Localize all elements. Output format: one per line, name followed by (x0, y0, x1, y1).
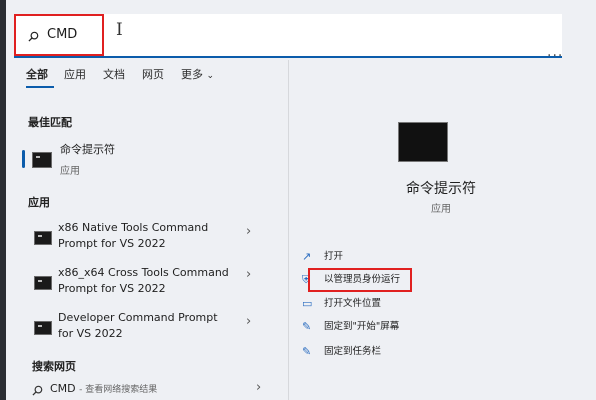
best-match-subtitle: 应用 (60, 166, 80, 177)
text-cursor-icon: I (116, 20, 123, 40)
chevron-right-icon[interactable]: › (246, 224, 251, 239)
best-match-title: 命令提示符 (60, 143, 115, 156)
action-open-file-location-label: 打开文件位置 (324, 298, 382, 309)
app-result-line1: x86 Native Tools Command (58, 221, 209, 234)
open-icon: ↗ (302, 250, 312, 263)
app-result-line2: Prompt for VS 2022 (58, 282, 166, 295)
best-match-item[interactable]: 命令提示符 应用 (20, 138, 290, 178)
folder-icon: ▭ (302, 297, 313, 310)
chevron-right-icon[interactable]: › (256, 380, 261, 395)
search-icon (32, 385, 43, 396)
app-result-item[interactable]: Developer Command Prompt for VS 2022 › (24, 308, 274, 352)
terminal-icon (32, 152, 52, 168)
tab-more-label: 更多 (181, 68, 203, 81)
app-result-line1: Developer Command Prompt (58, 311, 218, 324)
action-open[interactable]: ↗ 打开 (302, 249, 502, 269)
best-match-heading: 最佳匹配 (28, 116, 72, 129)
web-heading: 搜索网页 (32, 360, 76, 373)
action-open-label: 打开 (324, 251, 344, 262)
detail-subtitle: 应用 (431, 204, 451, 215)
tab-active-indicator (26, 86, 54, 88)
web-result-suffix: - 查看网络搜索结果 (79, 385, 158, 395)
detail-title: 命令提示符 (406, 181, 476, 197)
app-result-line2: Prompt for VS 2022 (58, 237, 166, 250)
app-result-item[interactable]: x86 Native Tools Command Prompt for VS 2… (24, 218, 274, 262)
action-open-file-location[interactable]: ▭ 打开文件位置 (302, 296, 502, 316)
web-result-query: CMD (50, 382, 76, 395)
web-result-item[interactable]: CMD - 查看网络搜索结果 › (32, 380, 272, 400)
tab-more[interactable]: 更多 ⌄ (181, 66, 214, 82)
pin-icon: ✎ (302, 345, 312, 358)
tab-apps[interactable]: 应用 (64, 66, 86, 82)
app-result-item[interactable]: x86_x64 Cross Tools Command Prompt for V… (24, 263, 274, 307)
apps-heading: 应用 (28, 196, 50, 209)
web-result-text: CMD - 查看网络搜索结果 (50, 382, 157, 395)
more-options-icon[interactable]: ··· (547, 48, 563, 64)
selection-indicator (22, 150, 25, 168)
tab-documents[interactable]: 文档 (103, 66, 125, 82)
chevron-right-icon[interactable]: › (246, 314, 251, 329)
app-result-line1: x86_x64 Cross Tools Command (58, 266, 229, 279)
pane-divider (288, 60, 289, 400)
pin-icon: ✎ (302, 320, 312, 333)
chevron-down-icon: ⌄ (206, 71, 215, 81)
terminal-icon (34, 231, 52, 245)
app-result-line2: for VS 2022 (58, 327, 123, 340)
start-search-panel: CMD I 全部 应用 文档 网页 更多 ⌄ ··· 最佳匹配 命令提示符 应用… (6, 0, 596, 400)
chevron-right-icon[interactable]: › (246, 267, 251, 282)
tab-all[interactable]: 全部 (26, 66, 48, 82)
app-large-icon (398, 122, 448, 162)
action-pin-taskbar-label: 固定到任务栏 (324, 346, 382, 357)
search-highlight-box (14, 14, 104, 56)
action-pin-start[interactable]: ✎ 固定到"开始"屏幕 (302, 319, 502, 339)
terminal-icon (34, 276, 52, 290)
action-pin-start-label: 固定到"开始"屏幕 (324, 321, 400, 332)
terminal-icon (34, 321, 52, 335)
tab-web[interactable]: 网页 (142, 66, 164, 82)
run-as-admin-highlight-box (308, 268, 412, 292)
action-pin-taskbar[interactable]: ✎ 固定到任务栏 (302, 344, 502, 364)
